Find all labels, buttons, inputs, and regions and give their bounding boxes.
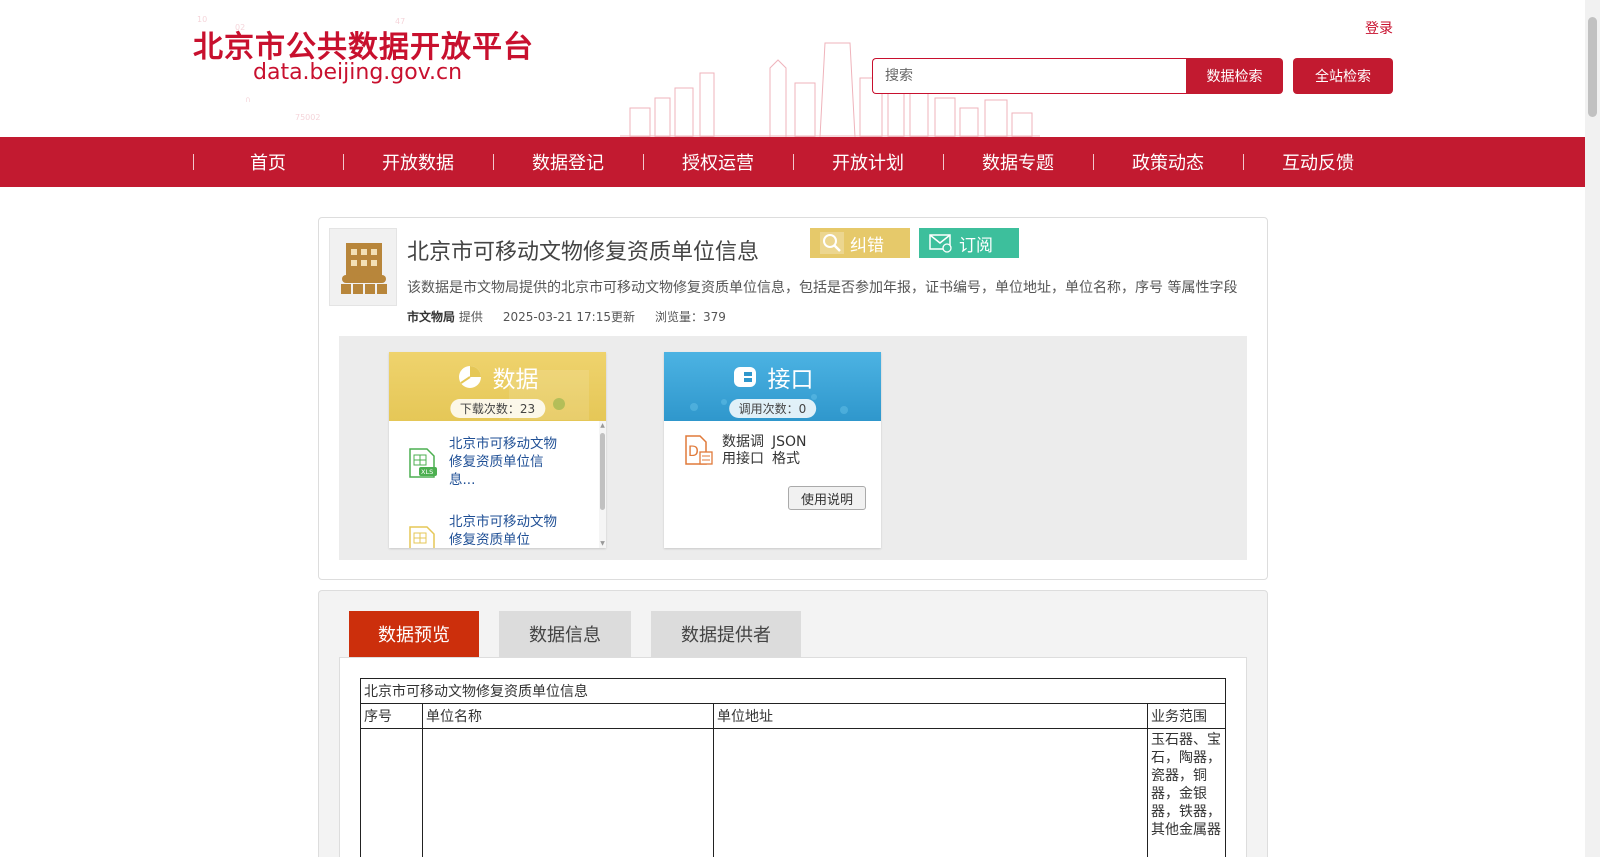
main-nav: 首页 开放数据 数据登记 授权运营 开放计划 数据专题 政策动态 互动反馈: [0, 137, 1585, 187]
data-card-header: 数据 下载次数：23: [389, 352, 606, 421]
api-name-line2: 用接口: [722, 451, 764, 467]
subscribe-label: 订阅: [959, 235, 993, 256]
table-cell-scope: 玉石器、宝石，陶器，瓷器，铜器，金银器，铁器，其他金属器: [1147, 728, 1226, 857]
tab-data-preview[interactable]: 数据预览: [349, 611, 479, 657]
provider-suffix: 提供: [458, 310, 483, 324]
site-search-button[interactable]: 全站检索: [1293, 58, 1393, 94]
page-scroll-thumb[interactable]: [1588, 17, 1597, 117]
api-card-title: 接口: [767, 367, 814, 393]
api-entry[interactable]: D 数据调 用接口 JSON 格式: [682, 434, 872, 474]
preview-table: 北京市可移动文物修复资质单位信息 序号 单位名称 单位地址 业务范围 玉石器、宝…: [360, 678, 1226, 857]
search-input[interactable]: [872, 58, 1186, 94]
nav-item-open-data[interactable]: 开放数据: [343, 137, 493, 187]
dataset-provider: 市文物局 提供: [407, 308, 483, 325]
resources-panel: 数据 下载次数：23 XLS 北京市可移动文物修复资质单位信息... 北京市可移…: [339, 336, 1247, 560]
usage-guide-button[interactable]: 使用说明: [788, 486, 866, 510]
subscribe-button[interactable]: 订阅: [919, 228, 1019, 258]
column-header: 单位名称: [422, 703, 714, 729]
column-header: 业务范围: [1147, 703, 1226, 729]
api-format-line1: JSON: [772, 434, 807, 450]
magnifier-icon: [820, 232, 844, 254]
correct-label: 纠错: [850, 235, 884, 256]
file-name-link[interactable]: 北京市可移动文物修复资质单位信息...: [449, 435, 559, 489]
dataset-views: 浏览量：379: [655, 310, 726, 324]
dataset-description: 该数据是市文物局提供的北京市可移动文物修复资质单位信息，包括是否参加年报，证书编…: [407, 280, 1238, 296]
data-search-button[interactable]: 数据检索: [1186, 58, 1283, 94]
file-list-scrollbar[interactable]: ▲ ▼: [599, 421, 606, 548]
xls-file-icon: XLS: [409, 448, 437, 478]
download-count: 下载次数：23: [449, 399, 546, 418]
dataset-title: 北京市可移动文物修复资质单位信息: [407, 240, 760, 265]
dataset-tabs-card: 数据预览 数据信息 数据提供者 北京市可移动文物修复资质单位信息 序号 单位名称…: [318, 590, 1268, 857]
svg-text:D: D: [688, 444, 699, 460]
dataset-meta: 市文物局 提供 2025-03-21 17:15更新 浏览量：379: [407, 308, 726, 325]
provider-name[interactable]: 市文物局: [407, 310, 455, 324]
pie-chart-icon: [458, 366, 481, 388]
api-card-title-row: 接口: [664, 360, 881, 394]
scroll-up-arrow-icon[interactable]: ▲: [599, 422, 606, 429]
document-data-icon: D: [685, 435, 713, 465]
api-card: 接口 调用次数：0 D 数据调 用接口 JSON 格式 使用说明: [664, 352, 881, 548]
csv-file-icon: [409, 526, 435, 548]
nav-item-open-plan[interactable]: 开放计划: [793, 137, 943, 187]
table-row: 玉石器、宝石，陶器，瓷器，铜器，金银器，铁器，其他金属器: [360, 728, 1226, 857]
column-header: 序号: [360, 703, 423, 729]
tab-data-info[interactable]: 数据信息: [499, 611, 631, 657]
dataset-info-card: 北京市可移动文物修复资质单位信息 纠错 订阅 该数据是市文物局提供的北京市可移动…: [318, 217, 1268, 580]
nav-item-home[interactable]: 首页: [193, 137, 343, 187]
correct-button[interactable]: 纠错: [810, 228, 910, 258]
scroll-down-arrow-icon[interactable]: ▼: [599, 540, 606, 547]
file-list: XLS 北京市可移动文物修复资质单位信息... 北京市可移动文物修复资质单位: [389, 421, 606, 548]
page-scrollbar[interactable]: [1585, 0, 1600, 857]
column-header: 单位地址: [713, 703, 1148, 729]
login-link[interactable]: 登录: [1365, 18, 1393, 38]
table-cell: [360, 728, 423, 857]
api-format: JSON 格式: [772, 434, 807, 468]
data-download-card: 数据 下载次数：23 XLS 北京市可移动文物修复资质单位信息... 北京市可移…: [389, 352, 606, 548]
envelope-icon: [929, 234, 952, 253]
dataset-category-icon: [329, 228, 397, 306]
table-caption: 北京市可移动文物修复资质单位信息: [360, 678, 1226, 704]
call-count: 调用次数：0: [728, 399, 817, 418]
table-cell: [422, 728, 714, 857]
api-card-header: 接口 调用次数：0: [664, 352, 881, 421]
nav-item-data-registration[interactable]: 数据登记: [493, 137, 643, 187]
file-name-link[interactable]: 北京市可移动文物修复资质单位: [449, 513, 559, 548]
tab-data-provider[interactable]: 数据提供者: [651, 611, 801, 657]
nav-item-authorized-operation[interactable]: 授权运营: [643, 137, 793, 187]
api-format-line2: 格式: [772, 451, 800, 467]
scroll-thumb[interactable]: [600, 433, 605, 510]
svg-text:∩: ∩: [245, 95, 251, 104]
data-card-title: 数据: [492, 367, 539, 393]
site-header: 10 02 47 ∩ 75002 3 北京市公共数据开放平台 data.beijing.…: [0, 0, 1585, 137]
api-name-line1: 数据调: [722, 434, 764, 450]
api-name[interactable]: 数据调 用接口: [722, 434, 764, 468]
site-logo-url[interactable]: data.beijing.gov.cn: [253, 60, 462, 85]
dataset-updated: 2025-03-21 17:15更新: [502, 310, 635, 324]
data-preview-area: 北京市可移动文物修复资质单位信息 序号 单位名称 单位地址 业务范围 玉石器、宝…: [339, 657, 1247, 857]
nav-item-feedback[interactable]: 互动反馈: [1243, 137, 1393, 187]
table-cell: [713, 728, 1148, 857]
table-header-row: 序号 单位名称 单位地址 业务范围: [360, 703, 1226, 729]
data-card-title-row: 数据: [389, 360, 606, 394]
nav-item-data-topics[interactable]: 数据专题: [943, 137, 1093, 187]
api-icon: [733, 367, 756, 387]
nav-item-policy-news[interactable]: 政策动态: [1093, 137, 1243, 187]
svg-text:75002: 75002: [295, 113, 320, 122]
svg-text:XLS: XLS: [421, 468, 433, 476]
